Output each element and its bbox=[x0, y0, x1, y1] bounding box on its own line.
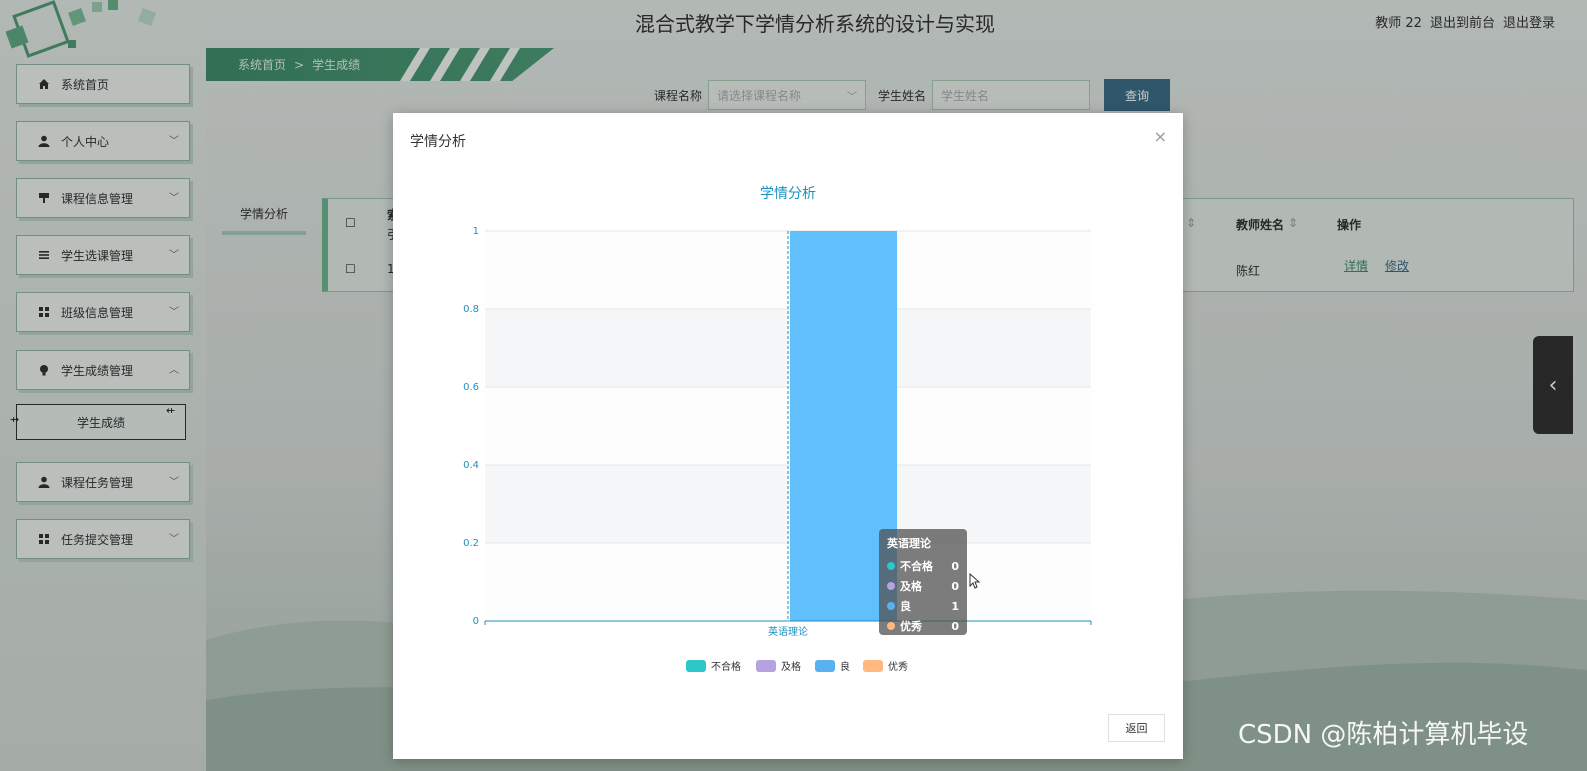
legend-label: 良 bbox=[840, 660, 850, 673]
y-tick-label: 0.4 bbox=[463, 460, 479, 471]
y-tick-label: 0.2 bbox=[463, 538, 479, 549]
legend-swatch-及格 bbox=[756, 660, 776, 672]
tooltip-row: 不合格 0 bbox=[887, 556, 959, 576]
chart-title: 学情分析 bbox=[760, 186, 816, 202]
tooltip-series-name: 良 bbox=[900, 600, 911, 613]
analysis-dialog: 学情分析 × 学情分析 0 0.2 0.4 0.6 0.8 1 英语理论 不合格 及格良优秀 英语… bbox=[393, 113, 1183, 759]
legend-swatch-优秀 bbox=[863, 660, 883, 672]
analysis-chart: 学情分析00.20.40.60.81英语理论不合格 及格良优秀 bbox=[463, 186, 1092, 673]
legend-dot-icon bbox=[887, 622, 895, 630]
tooltip-title: 英语理论 bbox=[887, 537, 931, 550]
tooltip-series-value: 1 bbox=[951, 599, 959, 613]
legend-dot-icon bbox=[887, 582, 895, 590]
legend-swatch-不合格 bbox=[686, 660, 706, 672]
watermark: CSDN @陈柏计算机毕设 bbox=[1238, 720, 1529, 750]
tooltip-series-name: 及格 bbox=[900, 580, 922, 593]
back-button[interactable]: 返回 bbox=[1108, 714, 1165, 742]
tooltip-series-name: 不合格 bbox=[900, 560, 933, 573]
tooltip-row: 优秀 0 bbox=[887, 616, 959, 636]
y-tick-label: 1 bbox=[473, 226, 479, 237]
tooltip-series-value: 0 bbox=[951, 579, 959, 593]
legend-label: 优秀 bbox=[888, 660, 908, 673]
legend-dot-icon bbox=[887, 562, 895, 570]
mouse-pointer-icon bbox=[969, 572, 981, 593]
chart-tooltip: 英语理论 不合格 0 及格 0 良 1 优秀 0 bbox=[879, 529, 967, 635]
tooltip-series-value: 0 bbox=[951, 559, 959, 573]
tooltip-series-name: 优秀 bbox=[900, 620, 922, 633]
legend-swatch-良 bbox=[815, 660, 835, 672]
legend-label: 不合格 bbox=[711, 660, 741, 673]
y-tick-label: 0.8 bbox=[463, 304, 479, 315]
tooltip-series-value: 0 bbox=[951, 619, 959, 633]
tooltip-row: 及格 0 bbox=[887, 576, 959, 596]
x-tick-label: 英语理论 bbox=[768, 625, 808, 638]
legend-dot-icon bbox=[887, 602, 895, 610]
y-tick-label: 0 bbox=[473, 616, 479, 627]
legend-label: 及格 bbox=[781, 660, 801, 673]
tooltip-row: 良 1 bbox=[887, 596, 959, 616]
y-tick-label: 0.6 bbox=[463, 382, 479, 393]
